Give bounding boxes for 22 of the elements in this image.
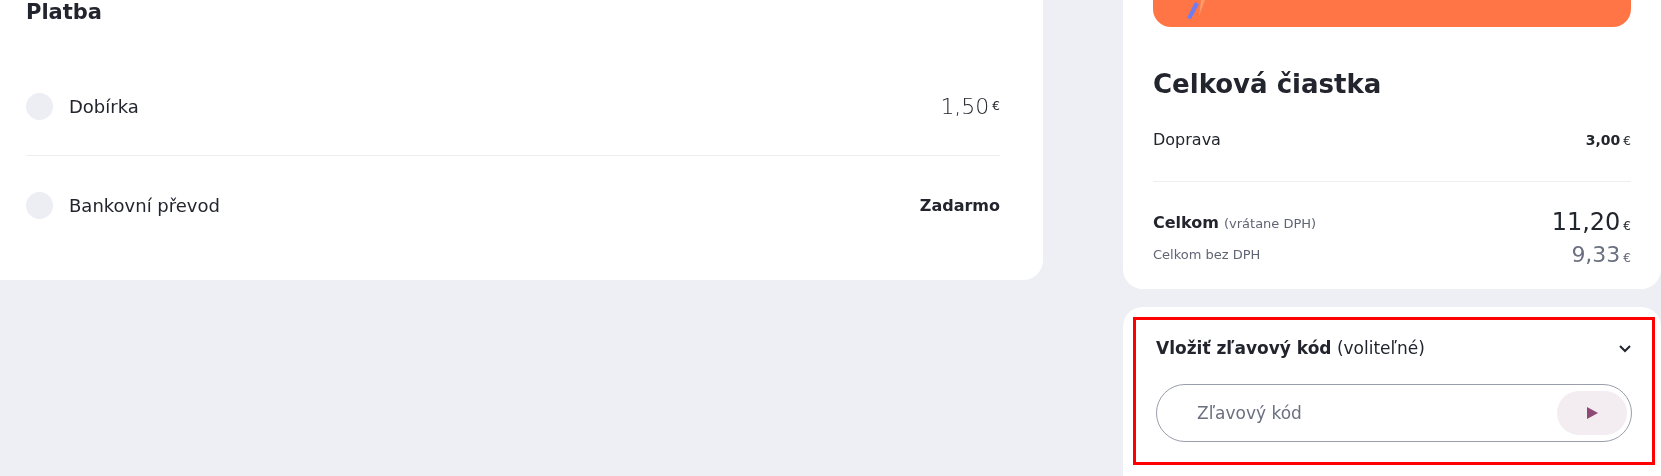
currency-symbol: € bbox=[1623, 133, 1631, 148]
option-price: Zadarmo bbox=[919, 195, 1000, 215]
shipping-label: Doprava bbox=[1153, 129, 1221, 149]
checkout-button[interactable] bbox=[1153, 0, 1631, 27]
play-icon bbox=[1586, 407, 1598, 419]
option-price: 1,50 bbox=[940, 93, 990, 119]
net-price: 9,33 bbox=[1571, 242, 1621, 267]
summary-title: Celková čiastka bbox=[1153, 69, 1383, 99]
discount-title[interactable]: Vložiť zľavový kód (voliteľné) bbox=[1156, 338, 1425, 358]
chevron-icon[interactable] bbox=[1618, 343, 1632, 353]
total-label: Celkom bbox=[1153, 212, 1219, 232]
currency-symbol: € bbox=[992, 99, 1000, 113]
option-label: Dobírka bbox=[69, 95, 140, 117]
vat-note: (vrátane DPH) bbox=[1223, 215, 1317, 231]
shipping-price: 3,00 bbox=[1585, 131, 1621, 148]
section-title: Platba bbox=[26, 0, 103, 24]
discount-code-field[interactable]: Zľavový kód bbox=[1156, 384, 1632, 442]
net-label: Celkom bez DPH bbox=[1153, 247, 1261, 262]
currency-symbol: € bbox=[1623, 251, 1631, 265]
currency-symbol: € bbox=[1623, 219, 1631, 233]
total-price: 11,20 bbox=[1551, 208, 1621, 236]
option-label: Bankovní převod bbox=[69, 194, 221, 216]
